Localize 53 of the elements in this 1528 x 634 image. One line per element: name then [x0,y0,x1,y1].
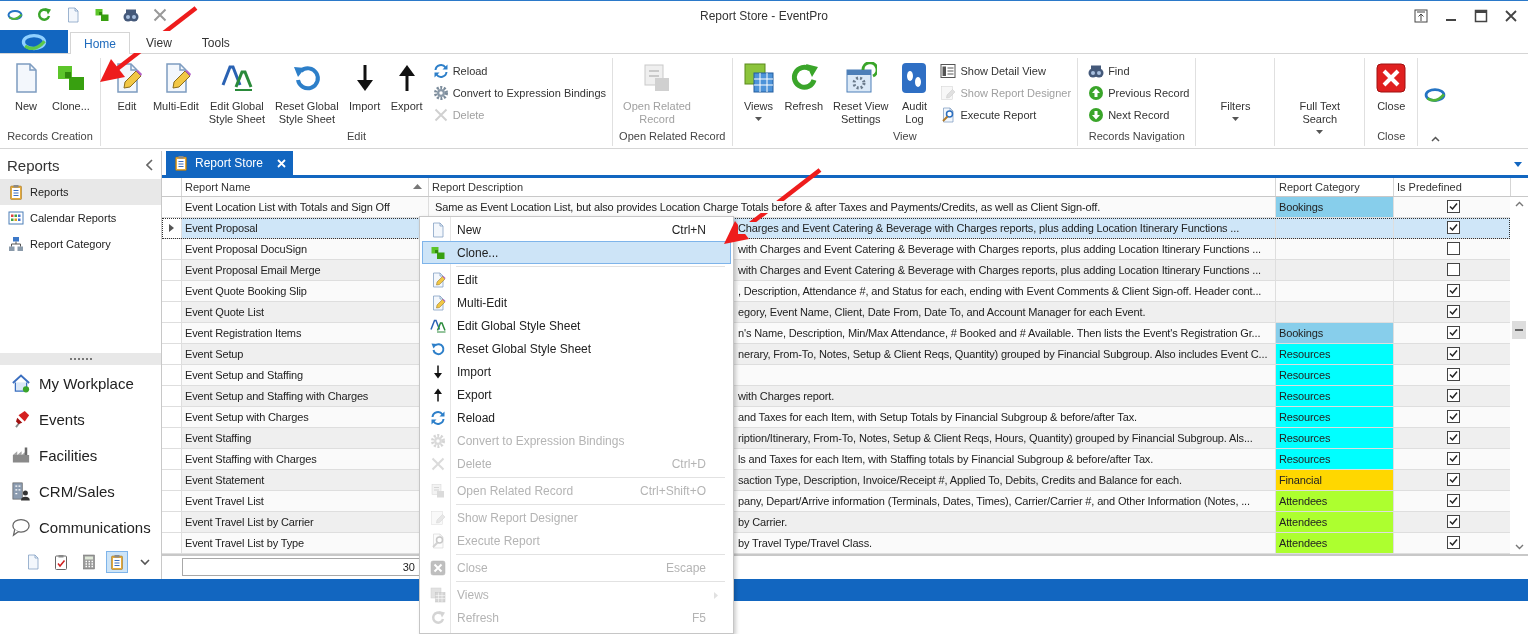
group-label: Records Creation [7,130,93,142]
table-cell: Event Location List with Totals and Sign Off [185,200,390,213]
category-cell: Resources [1275,406,1393,427]
table-cell: with Charges and Event Catering & Beverage with Charges reports, plus adding Location Itinerary Functions ... [738,242,1261,255]
category-cell: Financial [1275,469,1393,490]
category-cell: Attendees [1275,490,1393,511]
category-cell: Attendees [1275,511,1393,532]
group-label: Records Navigation [1088,130,1185,142]
table-cell: egory, Event Name, Client, Date From, Date To, and Account Manager for each Event. [738,305,1146,318]
table-cell: and Taxes for each Item, with Setup Totals by Financial Subgroup & before/after Tax. [738,410,1137,423]
window-title: Report Store - EventPro [699,8,829,23]
category-cell: Resources [1275,385,1393,406]
table-cell: Event Travel List by Carrier [185,515,314,528]
table-cell: nerary, From-To, Notes, Setup & Client Reqs, Quantity) grouped by Financial Subgroup. Also includes Event C... [738,347,1268,360]
table-cell: ls and Taxes for each Item, with Staffing totals by Financial Subgroup & before/after Tax. [738,452,1154,465]
group-label: Close [1377,130,1406,142]
table-cell: Event Travel List [185,494,264,507]
table-cell: Same as Event Location List, but also provides Location Charge Totals before & after Taxes and Payments/Credits, as well as Client Sign-off. [435,200,1101,213]
table-cell: Event Setup with Charges [185,410,309,423]
table-cell: by Travel Type/Travel Class. [738,536,872,549]
category-cell: Resources [1275,448,1393,469]
category-cell: Attendees [1275,532,1393,553]
table-cell: saction Type, Description, Invoice/Receipt #, Applied To, Debits, Credits and Balance for each. [738,473,1182,486]
table-cell: with Charges report. [738,389,835,402]
category-cell: Resources [1275,343,1393,364]
group-label: View [893,130,917,142]
table-cell: Charges and Event Catering & Beverage with Charges reports, plus adding Location Itinerary Functions ... [738,221,1240,234]
table-cell: ription/Itinerary, From-To, Notes, Setup & Client Reqs, Hours, Quantity) grouped by Financial Subgroup. Als... [738,431,1253,444]
table-cell: Event Quote Booking Slip [185,284,307,297]
table-cell: Event Quote List [185,305,264,318]
category-cell: Resources [1275,364,1393,385]
table-cell: Event Setup and Staffing with Charges [185,389,369,402]
panel-title: Reports [7,156,60,174]
table-cell: Event Staffing with Charges [185,452,317,465]
table-cell: Event Setup [185,347,244,360]
table-cell: n's Name, Description, Min/Max Attendance, # Booked and # Available. Then lists the Event's Registration Gr... [738,326,1261,339]
category-cell: Bookings [1275,196,1393,217]
table-cell: Event Staffing [185,431,252,444]
table-cell: Event Proposal Email Merge [185,263,321,276]
category-cell: Resources [1275,427,1393,448]
group-label: Open Related Record [619,130,726,142]
table-cell: Event Proposal [185,221,258,234]
table-cell: pany, Depart/Arrive information (Terminals, Dates, Times), Carrier/Carrier #, and Other Information (Notes, ... [738,494,1250,507]
table-cell: Event Proposal DocuSign [185,242,307,255]
table-cell: Event Setup and Staffing [185,368,303,381]
group-label: Edit [347,130,366,142]
table-cell: Event Statement [185,473,265,486]
table-cell: Event Registration Items [185,326,302,339]
table-cell: with Charges and Event Catering & Beverage with Charges reports, plus adding Location Itinerary Functions ... [738,263,1261,276]
table-cell: , Description, Attendance #, and Status for each, ending with Event Comments & Client Sign-off. Header cont... [738,284,1262,297]
category-cell: Bookings [1275,322,1393,343]
table-cell: by Carrier. [738,515,788,528]
table-cell: Event Travel List by Type [185,536,304,549]
